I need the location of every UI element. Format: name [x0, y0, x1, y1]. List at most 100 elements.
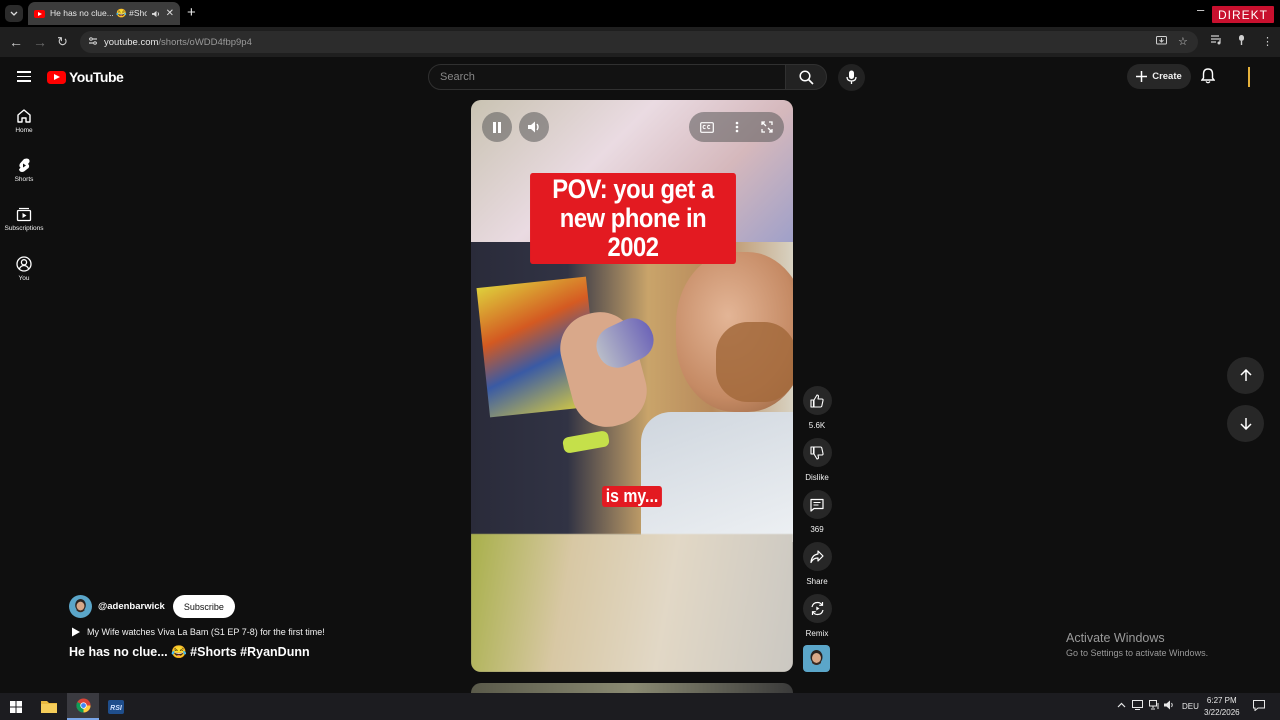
sidebar-item-label: Home	[15, 127, 33, 134]
channel-avatar-icon	[75, 599, 86, 613]
search-button[interactable]	[785, 64, 827, 90]
sidebar-item-home[interactable]: Home	[0, 108, 48, 134]
channel-avatar[interactable]	[69, 595, 92, 618]
short-title: He has no clue... 😂 #Shorts #RyanDunn	[69, 645, 310, 659]
fullscreen-icon[interactable]	[761, 121, 773, 133]
tab-title: He has no clue... 😂 #Shorts	[50, 8, 147, 18]
sidebar-item-subscriptions[interactable]: Subscriptions	[0, 206, 48, 232]
forward-arrow-icon[interactable]: →	[33, 34, 47, 50]
browser-toolbar: ← → ↻ youtube.com/shorts/oWDD4fbp9p4 ☆ ⋮	[0, 27, 1280, 57]
remix-button[interactable]: Remix	[801, 594, 833, 638]
shorts-icon	[19, 158, 30, 172]
extension-puzzle-icon[interactable]	[1237, 35, 1246, 49]
taskbar-chrome[interactable]	[67, 693, 99, 720]
next-short-preview[interactable]	[471, 683, 793, 693]
bookmark-star-icon[interactable]: ☆	[1178, 35, 1188, 48]
site-info-icon[interactable]	[88, 36, 98, 49]
browser-menu-icon[interactable]: ⋮	[1262, 35, 1273, 48]
comment-count: 369	[810, 525, 824, 534]
youtube-favicon-icon	[34, 9, 45, 18]
home-icon	[17, 109, 31, 123]
tray-display-icon[interactable]	[1132, 700, 1143, 712]
tray-network-icon[interactable]	[1149, 700, 1160, 712]
youtube-logo[interactable]: YouTube	[47, 69, 124, 85]
back-arrow-icon[interactable]: ←	[9, 34, 23, 50]
url-host: youtube.com	[104, 36, 159, 48]
microphone-icon	[846, 70, 857, 84]
volume-button[interactable]	[519, 112, 549, 142]
search-icon	[798, 69, 814, 85]
activate-windows-watermark: Activate Windows Go to Settings to activ…	[1066, 631, 1208, 658]
create-label: Create	[1152, 71, 1182, 82]
browser-tab-bar: He has no clue... 😂 #Shorts ✕ + – DIREKT	[0, 0, 1280, 27]
tray-overflow-chevron-icon[interactable]	[1117, 700, 1126, 710]
search-input[interactable]: Search	[428, 64, 786, 90]
subscribe-button[interactable]: Subscribe	[172, 595, 235, 618]
dislike-label: Dislike	[805, 473, 829, 482]
taskbar-rsi-app[interactable]: RSI	[100, 693, 132, 720]
dislike-button[interactable]: Dislike	[801, 438, 833, 482]
browser-tab-active[interactable]: He has no clue... 😂 #Shorts ✕	[28, 2, 180, 25]
taskbar-file-explorer[interactable]	[33, 693, 65, 720]
comments-button[interactable]: 369	[801, 490, 833, 534]
install-app-icon[interactable]	[1156, 36, 1167, 49]
remix-icon	[810, 601, 824, 616]
hamburger-menu-icon[interactable]	[17, 71, 31, 82]
watermark-line-2: Go to Settings to activate Windows.	[1066, 648, 1209, 658]
speaker-icon[interactable]	[151, 10, 161, 18]
youtube-header: YouTube Search Create	[0, 57, 1280, 97]
volume-icon	[527, 121, 539, 133]
tab-search-button[interactable]	[5, 5, 23, 22]
reload-icon[interactable]: ↻	[57, 34, 68, 50]
sidebar-item-label: You	[18, 275, 30, 282]
pause-icon	[493, 121, 501, 133]
create-button[interactable]: Create	[1127, 64, 1191, 89]
related-video-link[interactable]: My Wife watches Viva La Bam (S1 EP 7-8) …	[71, 627, 325, 637]
previous-short-button[interactable]	[1227, 357, 1264, 394]
youtube-logo-text: YouTube	[69, 69, 124, 85]
sidebar-item-label: Subscriptions	[4, 225, 44, 232]
chrome-icon	[75, 698, 91, 713]
start-button[interactable]	[0, 693, 32, 720]
plus-icon	[1136, 71, 1148, 82]
video-caption-main: POV: you get a new phone in 2002	[530, 173, 736, 265]
creator-face-icon	[810, 650, 823, 665]
account-avatar[interactable]	[1248, 67, 1250, 87]
media-controls-icon[interactable]	[1211, 35, 1222, 48]
tab-close-icon[interactable]: ✕	[166, 8, 174, 19]
tray-clock[interactable]: 6:27 PM 3/22/2026	[1204, 695, 1240, 719]
arrow-down-icon	[1239, 418, 1252, 430]
shorts-video-player[interactable]: POV: you get a new phone in 2002 is my..…	[471, 100, 793, 672]
url-path: /shorts/oWDD4fbp9p4	[158, 36, 252, 48]
address-bar[interactable]: youtube.com/shorts/oWDD4fbp9p4 ☆	[80, 31, 1198, 53]
new-tab-button[interactable]: +	[187, 4, 196, 21]
play-icon	[72, 627, 80, 637]
tray-language[interactable]: DEU	[1182, 702, 1199, 711]
sidebar-item-you[interactable]: You	[0, 256, 48, 282]
tray-volume-icon[interactable]	[1164, 700, 1175, 712]
tray-date: 3/22/2026	[1204, 708, 1240, 717]
player-controls-group	[689, 112, 784, 142]
share-icon	[810, 549, 824, 563]
like-button[interactable]: 5.6K	[801, 386, 833, 430]
channel-handle[interactable]: @adenbarwick	[98, 601, 165, 612]
search-placeholder: Search	[440, 71, 475, 83]
windows-taskbar: RSI DEU 6:27 PM 3/22/2026	[0, 693, 1280, 720]
audio-thumbnail[interactable]	[803, 645, 830, 672]
minimize-window-button[interactable]: –	[1197, 2, 1204, 17]
voice-search-button[interactable]	[838, 64, 865, 91]
next-short-button[interactable]	[1227, 405, 1264, 442]
chevron-down-icon	[10, 11, 18, 16]
pause-button[interactable]	[482, 112, 512, 142]
closed-captions-icon[interactable]	[699, 121, 714, 133]
video-caption-sub: is my...	[602, 486, 662, 508]
notifications-bell-icon[interactable]	[1200, 68, 1216, 89]
more-options-icon[interactable]	[735, 121, 739, 133]
thumbs-down-icon	[810, 445, 824, 460]
tray-time: 6:27 PM	[1206, 696, 1237, 705]
notification-center-icon[interactable]	[1253, 700, 1265, 713]
you-icon	[16, 256, 32, 272]
windows-logo-icon	[10, 700, 22, 713]
sidebar-item-shorts[interactable]: Shorts	[0, 157, 48, 183]
share-button[interactable]: Share	[801, 542, 833, 586]
